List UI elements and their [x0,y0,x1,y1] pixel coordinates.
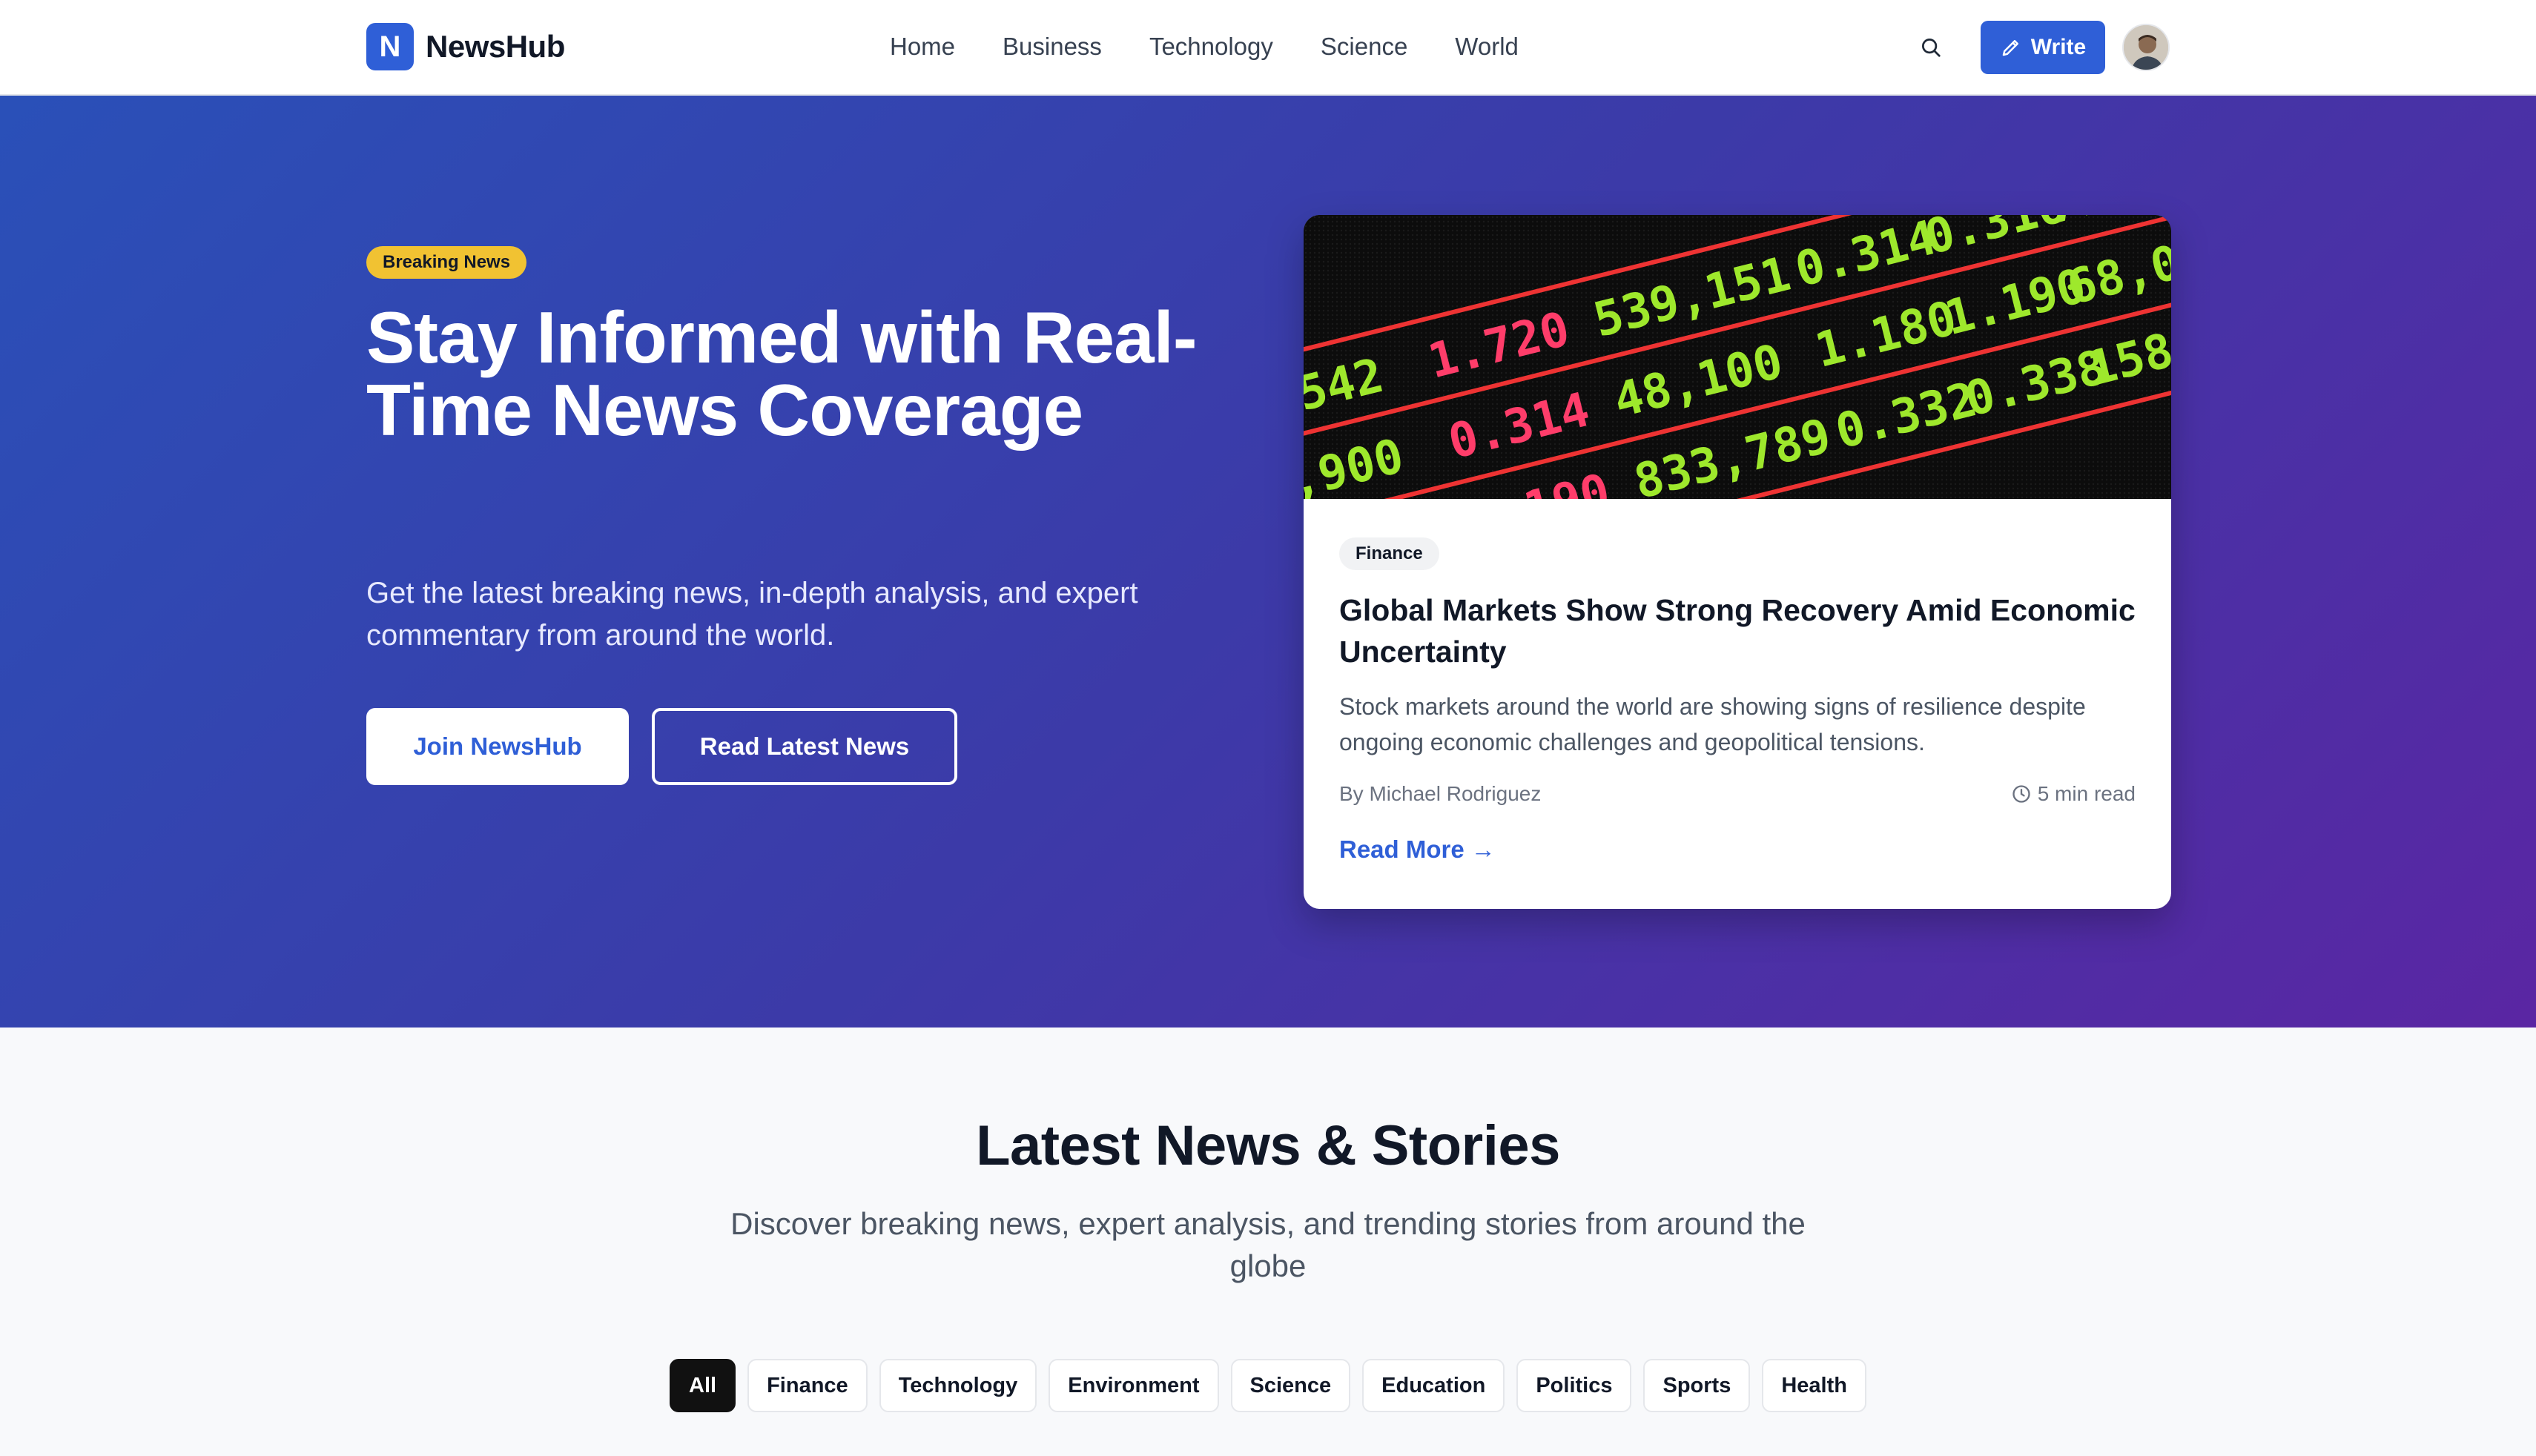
pen-icon [2002,40,2018,56]
card-body: Finance Global Markets Show Strong Recov… [1339,537,2136,864]
nav-home[interactable]: Home [890,33,955,61]
section-title: Latest News & Stories [976,1114,1560,1177]
ticker-board: ,542 1.720 539,151 0.314 0.316 778,186 ,… [1304,215,2171,499]
brand-logo[interactable]: N NewsHub [366,23,565,70]
nav-business[interactable]: Business [1003,33,1102,61]
logo-text: NewsHub [426,29,565,64]
category-filters: All Finance Technology Environment Scien… [0,1359,2536,1412]
article-description: Stock markets around the world are showi… [1339,693,2086,755]
hero-title: Stay Informed with Real-Time News Covera… [366,297,1198,451]
article-author: By Michael Rodriguez [1339,782,1542,805]
nav-technology[interactable]: Technology [1149,33,1273,61]
article-title[interactable]: Global Markets Show Strong Recovery Amid… [1339,589,2136,672]
category-pill[interactable]: Finance [1339,537,1439,570]
filter-health[interactable]: Health [1762,1359,1866,1412]
read-latest-news-button[interactable]: Read Latest News [652,708,957,785]
logo-mark: N [366,23,414,70]
user-avatar[interactable] [2122,24,2170,71]
section-subtitle: Discover breaking news, expert analysis,… [730,1206,1806,1283]
filter-environment[interactable]: Environment [1049,1359,1219,1412]
hero-subtitle: Get the latest breaking news, in-depth a… [366,577,1138,652]
read-time-label: 5 min read [2037,782,2136,805]
filter-science[interactable]: Science [1230,1359,1351,1412]
filter-sports[interactable]: Sports [1643,1359,1751,1412]
featured-article-card[interactable]: ,542 1.720 539,151 0.314 0.316 778,186 ,… [1304,215,2171,909]
read-time: 5 min read [2011,782,2136,806]
filter-technology[interactable]: Technology [879,1359,1037,1412]
clock-icon [2012,785,2030,803]
search-icon [1922,39,1941,57]
top-navbar: N NewsHub Home Business Technology Scien… [0,0,2536,96]
main-nav: Home Business Technology Science World [890,0,1566,93]
nav-science[interactable]: Science [1321,33,1407,61]
breaking-news-badge: Breaking News [366,246,527,279]
write-label: Write [2030,35,2087,59]
filter-all[interactable]: All [670,1359,736,1412]
article-meta: By Michael Rodriguez 5 min read [1339,782,2136,806]
nav-world[interactable]: World [1455,33,1519,61]
read-more-link[interactable]: Read More → [1339,835,2136,864]
filter-education[interactable]: Education [1362,1359,1505,1412]
stock-ticker-image: ,542 1.720 539,151 0.314 0.316 778,186 ,… [1304,215,2171,499]
avatar-image [2124,25,2168,70]
join-newshub-button[interactable]: Join NewsHub [366,708,629,785]
search-button[interactable] [1915,31,1947,64]
filter-finance[interactable]: Finance [747,1359,868,1412]
filter-politics[interactable]: Politics [1516,1359,1632,1412]
write-button[interactable]: Write [1981,21,2105,74]
